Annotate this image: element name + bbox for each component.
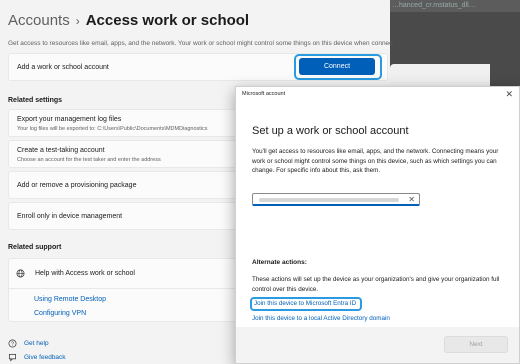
breadcrumb-accounts[interactable]: Accounts	[8, 12, 70, 29]
help-access-title[interactable]: Help with Access work or school	[35, 270, 135, 277]
dialog-titlebar: Microsoft account ✕	[236, 87, 519, 103]
join-ad-domain-link[interactable]: Join this device to a local Active Direc…	[252, 315, 390, 322]
add-account-label: Add a work or school account	[17, 64, 109, 71]
email-field-value	[259, 198, 399, 202]
breadcrumb-separator: ›	[75, 14, 80, 28]
alternate-actions-description: These actions will set up the device as …	[252, 276, 500, 293]
provisioning-title: Add or remove a provisioning package	[17, 182, 137, 189]
alternate-actions-heading: Alternate actions:	[252, 259, 307, 266]
get-help-link[interactable]: Get help	[24, 340, 49, 347]
close-icon[interactable]: ✕	[505, 89, 513, 99]
give-feedback-link[interactable]: Give feedback	[24, 354, 66, 361]
next-button[interactable]: Next	[444, 336, 508, 353]
help-icon: ?	[8, 339, 17, 348]
svg-text:?: ?	[11, 342, 14, 348]
dialog-description: You'll get access to resources like emai…	[252, 148, 499, 174]
background-window-title: …hanced_cr.mstatus_dll…	[392, 2, 476, 9]
globe-icon	[16, 269, 25, 278]
device-management-title: Enroll only in device management	[17, 213, 123, 220]
test-account-title: Create a test-taking account	[17, 147, 105, 154]
test-account-subtitle: Choose an account for the test taker and…	[17, 157, 161, 163]
dialog-heading: Set up a work or school account	[252, 125, 409, 137]
export-logs-subtitle: Your log files will be exported to: C:\U…	[17, 126, 208, 132]
configuring-vpn-link[interactable]: Configuring VPN	[34, 310, 86, 317]
related-settings-heading: Related settings	[8, 97, 63, 104]
page-description: Get access to resources like email, apps…	[8, 40, 393, 47]
email-field[interactable]: ✕	[252, 193, 420, 206]
dialog-footer: Next	[236, 327, 519, 363]
clear-input-icon[interactable]: ✕	[408, 194, 415, 205]
breadcrumb: Accounts › Access work or school	[8, 12, 249, 29]
related-support-heading: Related support	[8, 244, 62, 251]
export-logs-title: Export your management log files	[17, 116, 122, 123]
microsoft-account-dialog: Microsoft account ✕ Set up a work or sch…	[235, 86, 520, 364]
page-title: Access work or school	[85, 12, 250, 29]
dialog-title: Microsoft account	[242, 91, 286, 97]
feedback-icon	[8, 353, 17, 362]
join-entra-id-link[interactable]: Join this device to Microsoft Entra ID	[254, 300, 356, 307]
remote-desktop-link[interactable]: Using Remote Desktop	[34, 296, 106, 303]
connect-button[interactable]: Connect	[299, 58, 375, 75]
